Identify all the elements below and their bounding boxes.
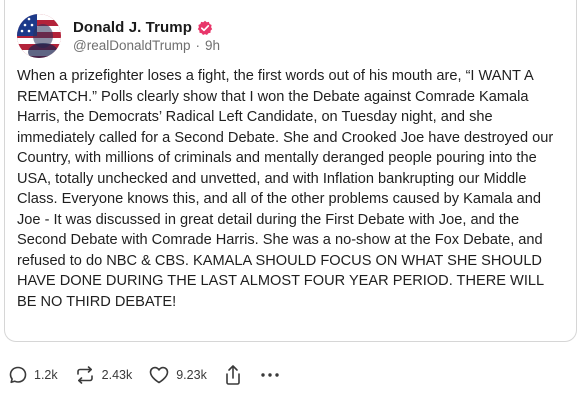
heart-icon [148,365,170,385]
verified-badge-icon [197,20,213,36]
post-actions: 1.2k 2.43k 9.23k [8,362,297,388]
post-header: Donald J. Trump @realDonaldTrump · 9h [17,12,220,60]
author-handle[interactable]: @realDonaldTrump [73,38,191,53]
post-meta: @realDonaldTrump · 9h [73,38,220,53]
name-row: Donald J. Trump [73,19,220,36]
more-dots-icon [259,370,281,380]
post-card: Donald J. Trump @realDonaldTrump · 9h Wh… [4,0,577,342]
share-button[interactable] [223,364,243,386]
repost-arrows-icon [74,365,96,385]
like-count: 9.23k [176,368,207,382]
reply-bubble-icon [8,365,28,385]
avatar-image [17,14,61,58]
repost-button[interactable]: 2.43k [74,365,133,385]
author-name[interactable]: Donald J. Trump [73,19,192,36]
post-timestamp[interactable]: 9h [205,38,220,53]
reply-count: 1.2k [34,368,58,382]
post-body: When a prizefighter loses a fight, the f… [17,68,554,310]
meta-separator: · [195,38,201,53]
share-upload-icon [223,364,243,386]
reply-button[interactable]: 1.2k [8,365,58,385]
like-button[interactable]: 9.23k [148,365,207,385]
avatar[interactable] [17,14,61,58]
repost-count: 2.43k [101,368,133,382]
author-block: Donald J. Trump @realDonaldTrump · 9h [73,19,220,53]
more-button[interactable] [259,370,281,380]
